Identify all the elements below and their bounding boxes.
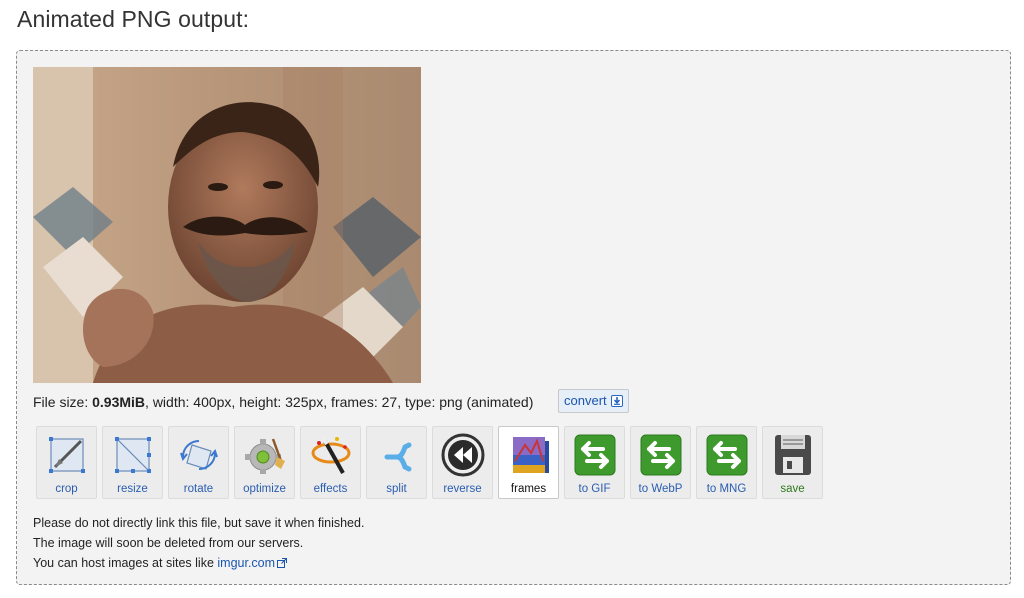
imgur-link[interactable]: imgur.com bbox=[217, 556, 275, 570]
download-arrow-icon bbox=[610, 395, 623, 407]
optimize-icon bbox=[241, 431, 289, 479]
rotate-icon bbox=[175, 431, 223, 479]
note-line-3: You can host images at sites like imgur.… bbox=[33, 553, 364, 574]
tool-label: to MNG bbox=[706, 483, 747, 495]
tool-label: rotate bbox=[183, 483, 214, 495]
file-size-value: 0.93MiB bbox=[92, 394, 146, 410]
tool-frames[interactable]: frames bbox=[498, 426, 559, 499]
tool-optimize[interactable]: optimize bbox=[234, 426, 295, 499]
tool-reverse[interactable]: reverse bbox=[432, 426, 493, 499]
tool-label: effects bbox=[313, 483, 348, 495]
split-icon bbox=[373, 431, 421, 479]
tool-label: optimize bbox=[243, 483, 286, 495]
convert-arrows-icon bbox=[571, 431, 619, 479]
tool-to-webp[interactable]: to WebP bbox=[630, 426, 691, 499]
note-line-3-text: You can host images at sites like bbox=[33, 556, 218, 570]
reverse-icon bbox=[439, 431, 487, 479]
tool-save[interactable]: save bbox=[762, 426, 823, 499]
file-info: File size: 0.93MiB, width: 400px, height… bbox=[33, 392, 533, 412]
toolbar: crop resize rotate optimize effects spli… bbox=[36, 426, 823, 499]
file-size-label: File size: bbox=[33, 394, 93, 410]
tool-split[interactable]: split bbox=[366, 426, 427, 499]
output-panel: File size: 0.93MiB, width: 400px, height… bbox=[16, 50, 1011, 585]
tool-to-mng[interactable]: to MNG bbox=[696, 426, 757, 499]
tool-label: reverse bbox=[443, 483, 482, 495]
tool-label: crop bbox=[55, 483, 78, 495]
tool-label: frames bbox=[510, 483, 547, 495]
crop-icon bbox=[43, 431, 91, 479]
tool-label: split bbox=[386, 483, 407, 495]
resize-icon bbox=[109, 431, 157, 479]
file-details: , width: 400px, height: 325px, frames: 2… bbox=[145, 394, 534, 410]
note-line-1: Please do not directly link this file, b… bbox=[33, 516, 365, 530]
tool-label: save bbox=[780, 483, 805, 495]
tool-to-gif[interactable]: to GIF bbox=[564, 426, 625, 499]
effects-icon bbox=[307, 431, 355, 479]
frames-icon bbox=[505, 431, 553, 479]
floppy-disk-icon bbox=[769, 431, 817, 479]
note-line-2: The image will soon be deleted from our … bbox=[33, 536, 304, 550]
convert-button[interactable]: convert bbox=[558, 389, 629, 413]
convert-arrows-icon bbox=[703, 431, 751, 479]
tool-crop[interactable]: crop bbox=[36, 426, 97, 499]
tool-effects[interactable]: effects bbox=[300, 426, 361, 499]
tool-resize[interactable]: resize bbox=[102, 426, 163, 499]
tool-label: to GIF bbox=[578, 483, 611, 495]
page-title: Animated PNG output: bbox=[17, 6, 250, 32]
external-link-icon bbox=[277, 554, 288, 574]
tool-rotate[interactable]: rotate bbox=[168, 426, 229, 499]
convert-arrows-icon bbox=[637, 431, 685, 479]
tool-label: to WebP bbox=[638, 483, 683, 495]
convert-label: convert bbox=[564, 393, 607, 408]
animated-png-preview bbox=[33, 67, 421, 383]
notes: Please do not directly link this file, b… bbox=[33, 513, 364, 574]
tool-label: resize bbox=[117, 483, 148, 495]
